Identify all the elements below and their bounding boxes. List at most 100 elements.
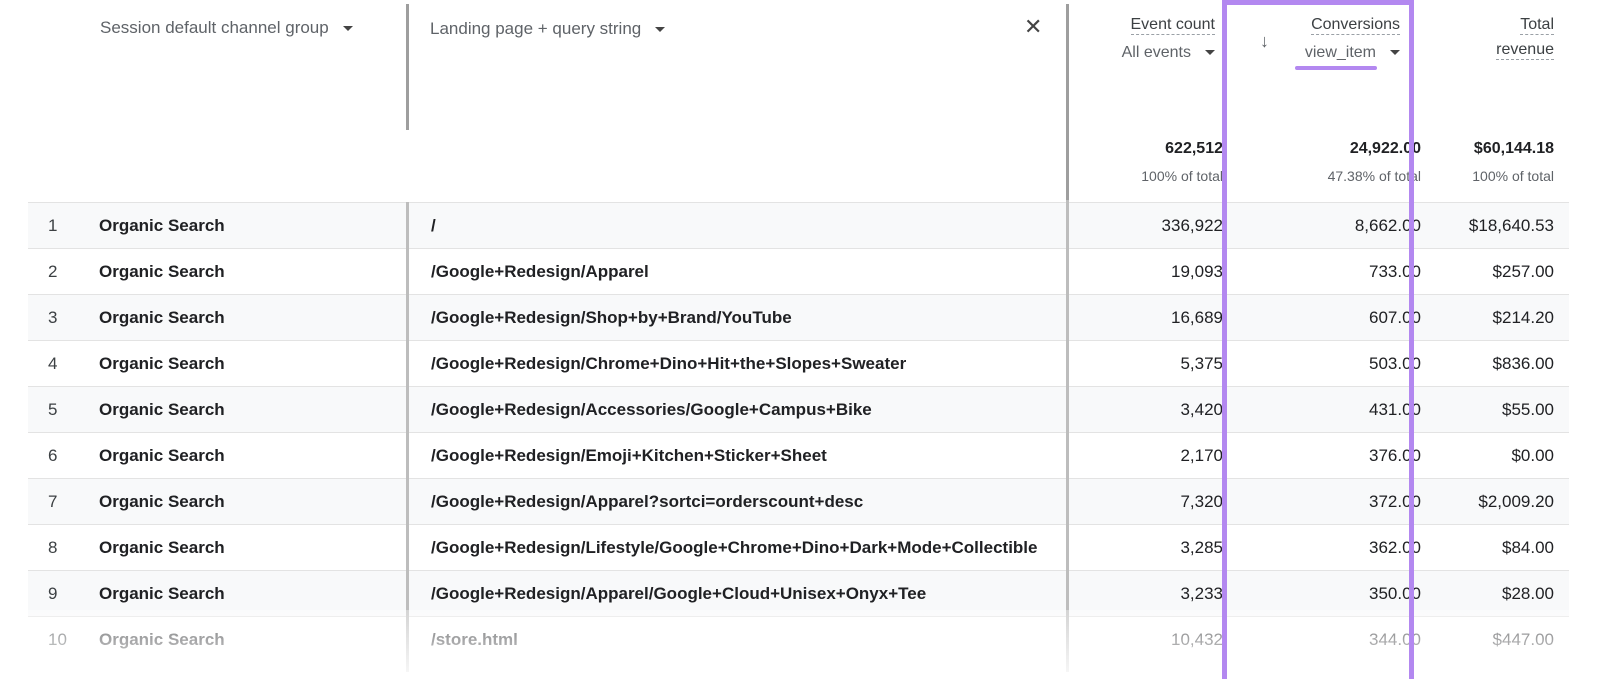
channel-cell: Organic Search — [99, 354, 225, 373]
conversions-cell: 344.00 — [1369, 630, 1421, 649]
landing-page-cell[interactable]: /Google+Redesign/Chrome+Dino+Hit+the+Slo… — [431, 341, 1071, 387]
conversions-cell: 607.00 — [1369, 308, 1421, 327]
total-revenue-header-line2[interactable]: revenue — [1450, 41, 1554, 60]
conversions-sub: view_item — [1304, 44, 1376, 61]
event-count-total: 622,512 — [1165, 140, 1223, 157]
revenue-total: $60,144.18 — [1473, 140, 1554, 157]
total-revenue-title-line1: Total — [1520, 16, 1554, 35]
dropdown-arrow-icon — [655, 27, 666, 33]
landing-page-cell[interactable]: / — [431, 203, 1071, 249]
event-count-cell: 3,285 — [1180, 538, 1223, 557]
revenue-cell: $84.00 — [1502, 538, 1554, 557]
column-divider — [1066, 4, 1069, 200]
table-row[interactable]: 2 Organic Search/Google+Redesign/Apparel 1… — [28, 248, 1569, 295]
channel-cell: Organic Search — [99, 262, 225, 281]
revenue-total-pct: 100% of total — [1472, 168, 1554, 184]
table-row[interactable]: 5 Organic Search/Google+Redesign/Accessor… — [28, 386, 1569, 433]
conversions-header[interactable]: Conversions — [1280, 16, 1400, 35]
row-index: 3 — [48, 308, 58, 327]
table-row[interactable]: 8 Organic Search/Google+Redesign/Lifestyl… — [28, 524, 1569, 571]
dropdown-arrow-icon — [342, 26, 353, 32]
event-count-title: Event count — [1130, 16, 1215, 35]
row-index: 10 — [48, 630, 67, 649]
event-count-cell: 3,233 — [1180, 584, 1223, 603]
conversions-cell: 362.00 — [1369, 538, 1421, 557]
revenue-cell: $2,009.20 — [1478, 492, 1554, 511]
column-divider — [406, 4, 409, 130]
conversions-cell: 376.00 — [1369, 446, 1421, 465]
channel-cell: Organic Search — [99, 630, 225, 649]
revenue-cell: $55.00 — [1502, 400, 1554, 419]
column-divider — [1066, 200, 1069, 672]
revenue-cell: $447.00 — [1492, 630, 1554, 649]
revenue-cell: $836.00 — [1492, 354, 1554, 373]
landing-page-cell[interactable]: /Google+Redesign/Lifestyle/Google+Chrome… — [431, 525, 1071, 571]
table-row[interactable]: 7 Organic Search/Google+Redesign/Apparel?… — [28, 478, 1569, 525]
channel-group-label: Session default channel group — [100, 18, 329, 37]
channel-cell: Organic Search — [99, 308, 225, 327]
column-divider — [406, 202, 409, 672]
event-count-cell: 336,922 — [1161, 216, 1223, 235]
landing-page-cell[interactable]: /Google+Redesign/Apparel — [431, 249, 1071, 295]
event-count-total-pct: 100% of total — [1141, 168, 1223, 184]
table-row[interactable]: 10 Organic Search/store.html 10,432 344.00 $… — [28, 616, 1569, 663]
row-index: 4 — [48, 354, 58, 373]
conversions-cell: 431.00 — [1369, 400, 1421, 419]
arrow-down-icon[interactable]: ↓ — [1260, 31, 1269, 52]
revenue-cell: $0.00 — [1511, 446, 1554, 465]
landing-page-cell[interactable]: /Google+Redesign/Emoji+Kitchen+Sticker+S… — [431, 433, 1071, 479]
event-count-cell: 5,375 — [1180, 354, 1223, 373]
table-row[interactable]: 1 Organic Search / 336,922 8,662.00 $18,640.5… — [28, 202, 1569, 249]
channel-cell: Organic Search — [99, 216, 225, 235]
event-count-cell: 3,420 — [1180, 400, 1223, 419]
landing-page-cell[interactable]: /Google+Redesign/Shop+by+Brand/YouTube — [431, 295, 1071, 341]
channel-cell: Organic Search — [99, 400, 225, 419]
table-row[interactable]: 6 Organic Search/Google+Redesign/Emoji+Ki… — [28, 432, 1569, 479]
event-count-cell: 19,093 — [1171, 262, 1223, 281]
event-count-cell: 2,170 — [1180, 446, 1223, 465]
table-row[interactable]: 4 Organic Search/Google+Redesign/Chrome+D… — [28, 340, 1569, 387]
conversions-title: Conversions — [1311, 16, 1400, 35]
event-count-event-picker[interactable]: All events — [1090, 44, 1215, 62]
conversions-cell: 372.00 — [1369, 492, 1421, 511]
conversions-total: 24,922.00 — [1349, 140, 1421, 157]
row-index: 1 — [48, 216, 58, 235]
selected-underline — [1295, 66, 1377, 70]
event-count-cell: 7,320 — [1180, 492, 1223, 511]
conversions-cell: 350.00 — [1369, 584, 1421, 603]
conversions-cell: 733.00 — [1369, 262, 1421, 281]
event-count-cell: 10,432 — [1171, 630, 1223, 649]
row-index: 2 — [48, 262, 58, 281]
channel-cell: Organic Search — [99, 584, 225, 603]
total-revenue-header[interactable]: Total — [1450, 16, 1554, 35]
landing-page-dimension-picker[interactable]: Landing page + query string — [430, 19, 666, 39]
row-index: 6 — [48, 446, 58, 465]
landing-page-cell[interactable]: /Google+Redesign/Apparel?sortci=ordersco… — [431, 479, 1071, 525]
landing-page-label: Landing page + query string — [430, 19, 642, 38]
revenue-cell: $28.00 — [1502, 584, 1554, 603]
close-icon[interactable]: ✕ — [1024, 14, 1042, 40]
dropdown-arrow-icon — [1390, 50, 1400, 56]
channel-cell: Organic Search — [99, 538, 225, 557]
landing-page-cell[interactable]: /Google+Redesign/Accessories/Google+Camp… — [431, 387, 1071, 433]
landing-page-cell[interactable]: /store.html — [431, 617, 1071, 663]
landing-page-cell[interactable]: /Google+Redesign/Apparel/Google+Cloud+Un… — [431, 571, 1071, 617]
revenue-cell: $18,640.53 — [1468, 216, 1554, 235]
row-index: 8 — [48, 538, 58, 557]
revenue-cell: $257.00 — [1492, 262, 1554, 281]
row-index: 9 — [48, 584, 58, 603]
conversions-event-picker[interactable]: view_item — [1280, 44, 1400, 62]
row-index: 5 — [48, 400, 58, 419]
channel-group-dimension-picker[interactable]: Session default channel group — [100, 18, 353, 38]
row-index: 7 — [48, 492, 58, 511]
event-count-header[interactable]: Event count — [1090, 16, 1215, 35]
total-revenue-title-line2: revenue — [1496, 41, 1554, 60]
channel-cell: Organic Search — [99, 446, 225, 465]
revenue-cell: $214.20 — [1492, 308, 1554, 327]
dropdown-arrow-icon — [1205, 50, 1215, 56]
table-row[interactable]: 9 Organic Search/Google+Redesign/Apparel/… — [28, 570, 1569, 617]
conversions-cell: 8,662.00 — [1354, 216, 1421, 235]
conversions-total-pct: 47.38% of total — [1327, 168, 1421, 184]
table-row[interactable]: 3 Organic Search/Google+Redesign/Shop+by+… — [28, 294, 1569, 341]
event-count-sub: All events — [1121, 44, 1191, 61]
